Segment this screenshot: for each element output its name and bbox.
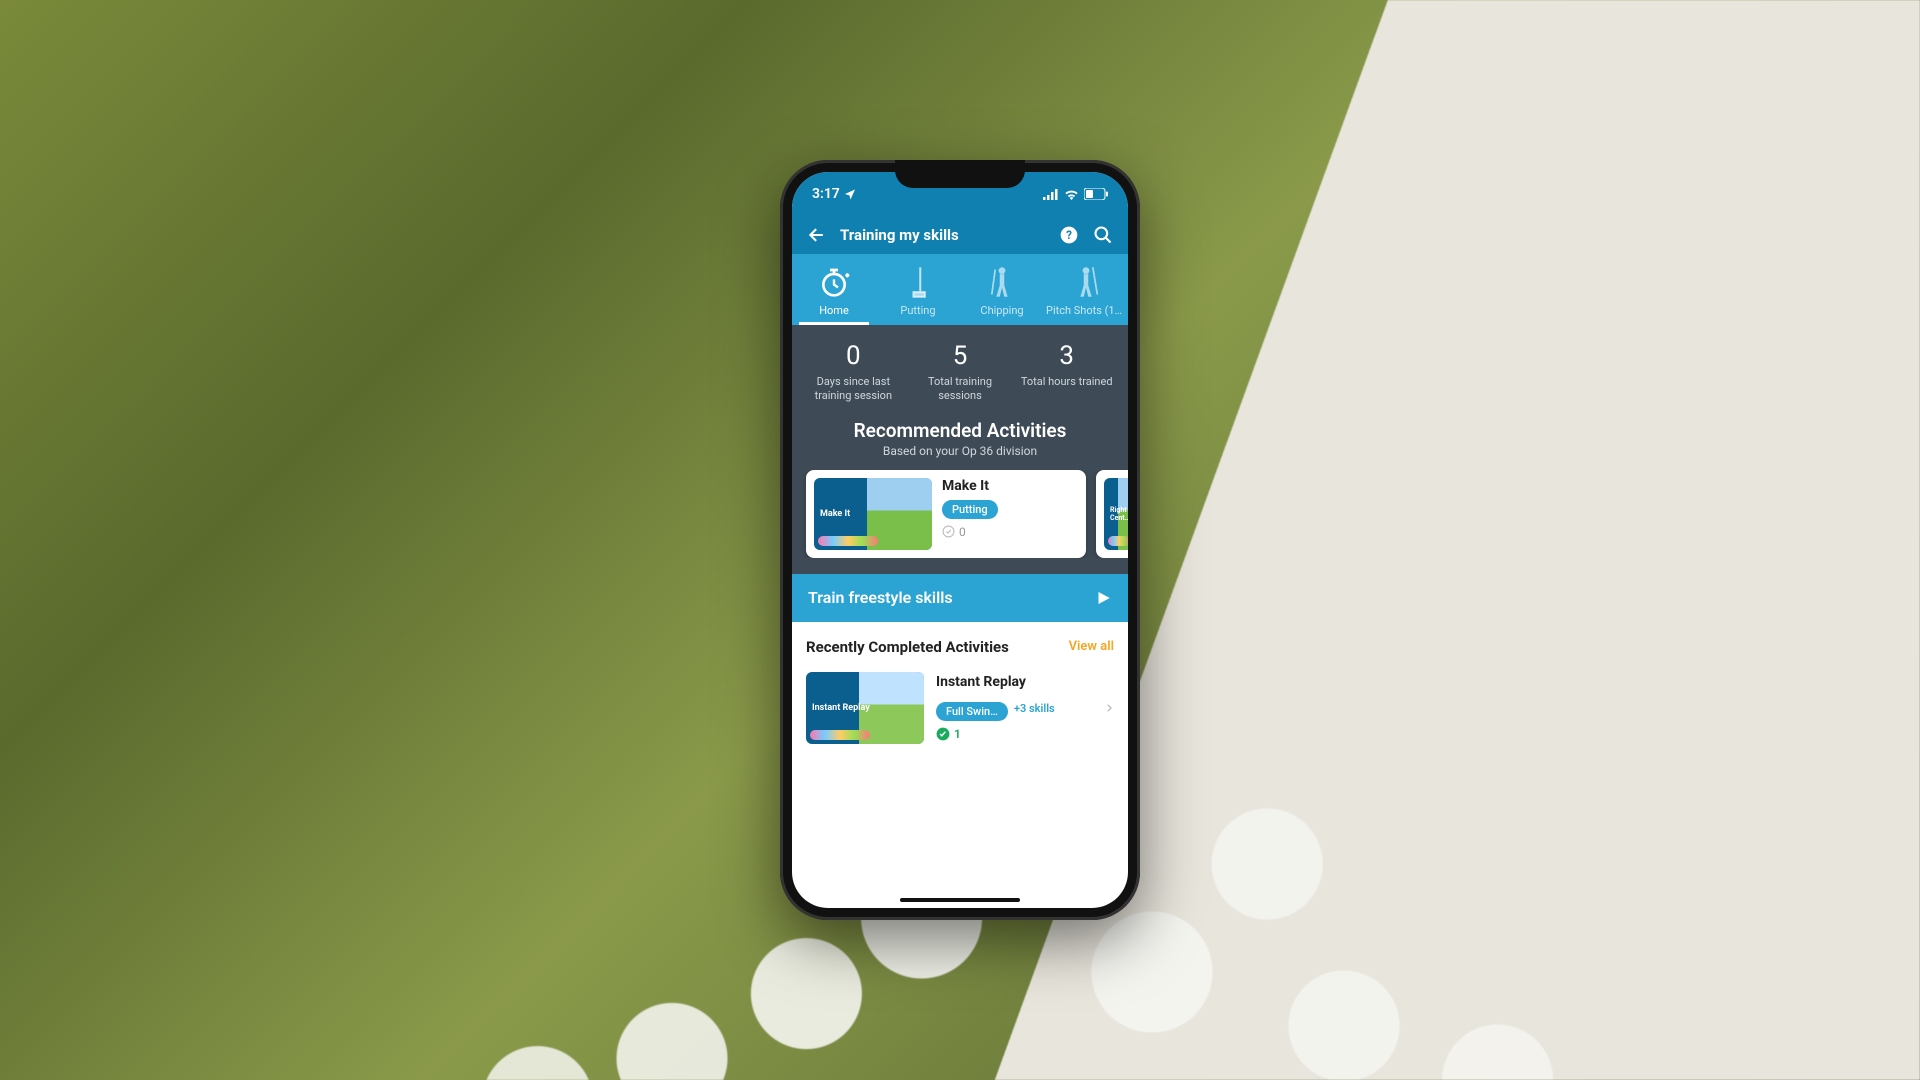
train-freestyle-label: Train freestyle skills xyxy=(808,588,953,607)
view-all-link[interactable]: View all xyxy=(1069,639,1114,654)
recent-title: Recently Completed Activities xyxy=(806,638,1009,656)
back-button[interactable] xyxy=(806,224,828,246)
chevron-right-icon xyxy=(1104,700,1114,716)
stat-value: 3 xyxy=(1013,343,1120,369)
putter-icon xyxy=(878,264,958,300)
stat-value: 0 xyxy=(800,343,907,369)
stat-label: Total hours trained xyxy=(1013,375,1120,389)
activity-title: Instant Replay xyxy=(936,674,1092,690)
tab-label: Putting xyxy=(878,304,958,317)
thumbnail-badges xyxy=(818,536,878,546)
thumbnail-badges xyxy=(1108,536,1128,546)
tab-label: Chipping xyxy=(962,304,1042,317)
recommended-carousel[interactable]: Make It Make It Putting 0 xyxy=(792,470,1128,558)
activity-thumbnail: Right Cent… xyxy=(1104,478,1128,550)
skill-chip: Putting xyxy=(942,500,998,519)
more-skills-label: +3 skills xyxy=(1014,702,1055,715)
wifi-icon xyxy=(1064,189,1079,200)
activity-title: Make It xyxy=(942,478,1078,494)
phone-notch xyxy=(895,160,1025,188)
thumbnail-title: Instant Replay xyxy=(812,703,870,713)
chipping-icon xyxy=(962,264,1042,300)
stat-total-sessions: 5 Total training sessions xyxy=(907,343,1014,403)
stats-row: 0 Days since last training session 5 Tot… xyxy=(792,325,1128,419)
activity-count: 0 xyxy=(959,525,966,539)
tab-pitch-shots[interactable]: Pitch Shots (10-30… xyxy=(1044,254,1128,325)
recommended-subtitle: Based on your Op 36 division xyxy=(792,444,1128,458)
status-time: 3:17 xyxy=(812,186,840,202)
tab-label: Home xyxy=(794,304,874,317)
tab-chipping[interactable]: Chipping xyxy=(960,254,1044,325)
page-title: Training my skills xyxy=(840,226,1046,244)
location-icon xyxy=(844,188,856,200)
tab-home[interactable]: Home xyxy=(792,254,876,325)
recommended-section: Recommended Activities Based on your Op … xyxy=(792,419,1128,574)
check-circle-icon xyxy=(942,525,955,538)
phone-frame: 3:17 xyxy=(780,160,1140,920)
recent-activity-card[interactable]: Instant Replay Instant Replay Full Swin…… xyxy=(806,666,1114,750)
stat-label: Total training sessions xyxy=(907,375,1014,403)
thumbnail-title: Right Cent… xyxy=(1110,506,1128,522)
stat-value: 5 xyxy=(907,343,1014,369)
skill-chip: Full Swin… xyxy=(936,702,1008,721)
activity-count: 1 xyxy=(954,727,961,741)
stat-label: Days since last training session xyxy=(800,375,907,403)
pitch-icon xyxy=(1046,264,1126,300)
train-freestyle-button[interactable]: Train freestyle skills xyxy=(792,574,1128,622)
recommended-title: Recommended Activities xyxy=(792,419,1128,442)
stat-total-hours: 3 Total hours trained xyxy=(1013,343,1120,403)
tab-label: Pitch Shots (10-30… xyxy=(1046,304,1126,317)
search-button[interactable] xyxy=(1092,224,1114,246)
tab-putting[interactable]: Putting xyxy=(876,254,960,325)
home-indicator[interactable] xyxy=(900,898,1020,902)
check-circle-filled-icon xyxy=(936,727,950,741)
stat-days-since: 0 Days since last training session xyxy=(800,343,907,403)
cellular-icon xyxy=(1043,189,1059,200)
phone-screen: 3:17 xyxy=(792,172,1128,908)
skill-tabs: Home Putting Chipping xyxy=(792,254,1128,325)
battery-icon xyxy=(1084,188,1108,200)
svg-text:?: ? xyxy=(1066,228,1072,242)
activity-card-peek[interactable]: Right Cent… xyxy=(1096,470,1128,558)
activity-thumbnail: Instant Replay xyxy=(806,672,924,744)
activity-thumbnail: Make It xyxy=(814,478,932,550)
stopwatch-icon xyxy=(794,264,874,300)
help-button[interactable]: ? xyxy=(1058,224,1080,246)
recent-section: Recently Completed Activities View all I… xyxy=(792,622,1128,758)
activity-card-make-it[interactable]: Make It Make It Putting 0 xyxy=(806,470,1086,558)
play-icon xyxy=(1094,588,1112,608)
thumbnail-badges xyxy=(810,730,870,740)
background-image: 3:17 xyxy=(0,0,1920,1080)
app-header: Training my skills ? xyxy=(792,216,1128,254)
thumbnail-title: Make It xyxy=(820,509,850,519)
